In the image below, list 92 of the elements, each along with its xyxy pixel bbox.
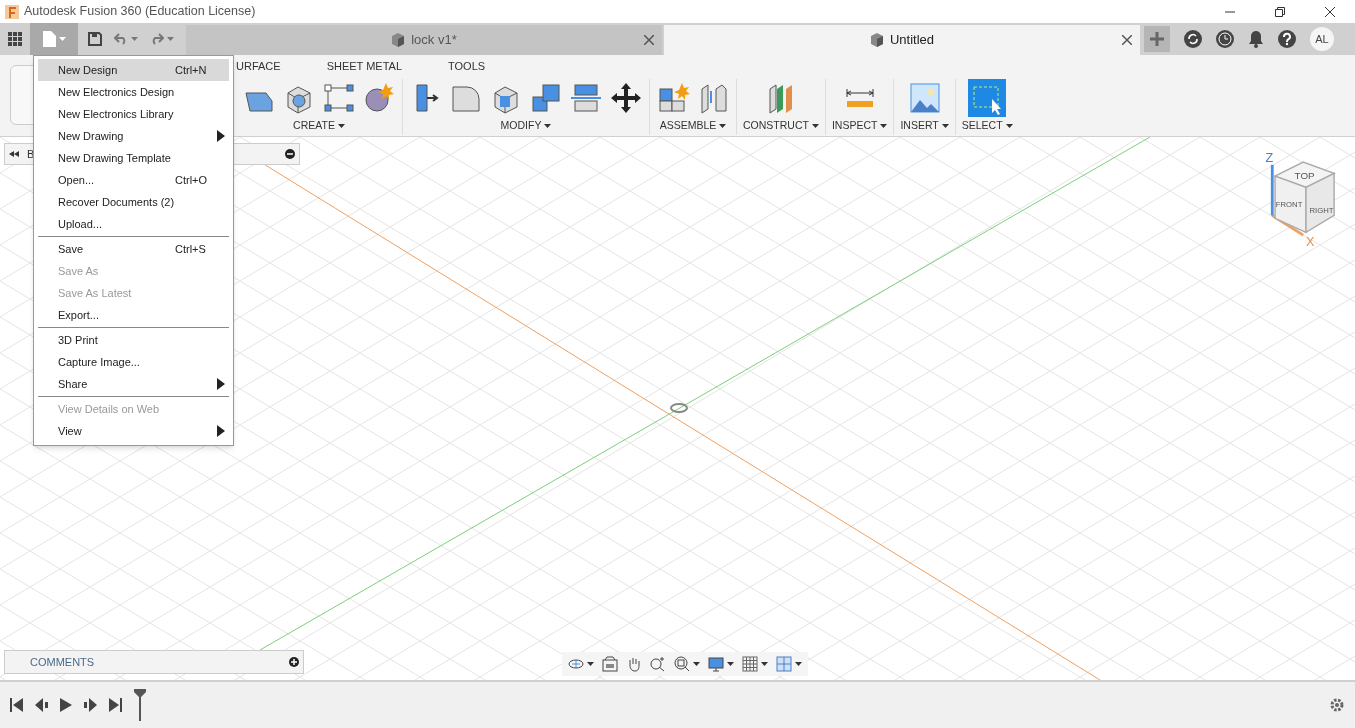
menu-item[interactable]: Share <box>38 373 229 395</box>
group-menu-button[interactable]: SELECT <box>961 117 1013 135</box>
group-menu-button[interactable]: ASSEMBLE <box>659 117 727 135</box>
minus-icon[interactable] <box>285 149 295 159</box>
caret-icon <box>880 124 888 128</box>
cube-icon <box>391 33 406 47</box>
pan-hand-icon[interactable] <box>626 656 642 672</box>
menu-item[interactable]: New Drawing <box>38 125 229 147</box>
redo-icon[interactable] <box>150 33 164 45</box>
caret-icon <box>693 662 700 666</box>
menu-item[interactable]: Save Ctrl+S <box>38 238 229 260</box>
caret-icon <box>727 662 734 666</box>
group-menu-button[interactable]: INSPECT <box>831 117 888 135</box>
orbit-icon[interactable] <box>568 656 584 672</box>
plus-icon <box>1150 32 1164 46</box>
restore-icon[interactable] <box>1275 6 1285 17</box>
split-body-icon[interactable] <box>569 81 603 115</box>
image-icon[interactable] <box>907 81 942 115</box>
caret-icon <box>761 662 768 666</box>
menu-item[interactable]: Recover Documents (2) <box>38 191 229 213</box>
menu-item[interactable]: Export... <box>38 304 229 326</box>
menu-item[interactable]: 3D Print <box>38 329 229 351</box>
profile-avatar[interactable]: AL <box>1310 27 1334 51</box>
group-menu-button[interactable]: CREATE <box>293 117 345 135</box>
play-icon[interactable] <box>60 698 72 712</box>
save-icon[interactable] <box>88 32 102 46</box>
document-icon <box>42 31 56 47</box>
step-back-icon[interactable] <box>35 698 48 712</box>
caret-icon <box>795 662 802 666</box>
help-icon[interactable] <box>1278 30 1296 48</box>
menu-item[interactable]: View <box>38 420 229 442</box>
caret-icon[interactable] <box>167 37 174 41</box>
workspace-tab[interactable]: TOOLS <box>448 57 486 75</box>
workspace-tab[interactable]: SHEET METAL <box>326 57 402 75</box>
group-menu-button[interactable]: INSERT <box>900 117 949 135</box>
view-cube-drawing[interactable]: TOP FRONT RIGHT Z X <box>1261 145 1351 255</box>
caret-icon[interactable] <box>131 37 138 41</box>
app-logo-icon <box>5 4 19 19</box>
caret-icon <box>811 124 819 128</box>
pattern-icon[interactable] <box>322 81 356 115</box>
shortcut-label: Ctrl+S <box>175 241 207 257</box>
zoom-window-icon[interactable] <box>674 656 690 672</box>
menu-item[interactable]: Capture Image... <box>38 351 229 373</box>
close-icon[interactable] <box>1325 6 1335 17</box>
close-tab-icon[interactable] <box>644 35 654 45</box>
group-menu-button[interactable]: MODIFY <box>500 117 552 135</box>
menu-item[interactable]: New Electronics Library <box>38 103 229 125</box>
settings-icon[interactable] <box>1329 697 1345 713</box>
menu-item[interactable]: New Design Ctrl+N <box>38 59 229 81</box>
workspace-tab[interactable]: URFACE <box>236 57 281 75</box>
browser-panel-title: B <box>27 146 35 162</box>
close-tab-icon[interactable] <box>1122 35 1132 45</box>
new-tab-button[interactable] <box>1144 26 1170 52</box>
undo-icon[interactable] <box>114 33 128 45</box>
sync-icon[interactable] <box>1184 30 1202 48</box>
zoom-icon[interactable] <box>650 656 666 672</box>
new-component-icon[interactable] <box>656 81 690 115</box>
select-icon[interactable] <box>968 79 1007 117</box>
menu-item[interactable]: Upload... <box>38 213 229 235</box>
caret-icon <box>719 124 727 128</box>
add-icon[interactable] <box>289 657 299 667</box>
menu-item[interactable]: New Electronics Design <box>38 81 229 103</box>
skip-to-end-icon[interactable] <box>109 698 122 712</box>
monitor-icon[interactable] <box>708 656 724 672</box>
caret-icon <box>337 124 345 128</box>
caret-icon <box>941 124 949 128</box>
step-forward-icon[interactable] <box>84 698 97 712</box>
shortcut-label: Ctrl+N <box>175 62 208 78</box>
move-icon[interactable] <box>609 81 643 115</box>
caret-icon <box>1005 124 1013 128</box>
menu-item[interactable]: Open... Ctrl+O <box>38 169 229 191</box>
form-icon[interactable] <box>362 81 396 115</box>
group-menu-button[interactable]: CONSTRUCT <box>743 117 819 135</box>
combine-icon[interactable] <box>529 81 563 115</box>
look-at-icon[interactable] <box>602 656 618 672</box>
window-title: Autodesk Fusion 360 (Education License) <box>24 3 256 21</box>
document-tab[interactable]: Untitled <box>664 25 1140 55</box>
collapse-icon[interactable] <box>9 151 19 157</box>
cube-icon <box>869 33 884 47</box>
clock-icon[interactable] <box>1216 30 1234 48</box>
caret-icon <box>587 662 594 666</box>
document-tab[interactable]: lock v1* <box>186 25 662 55</box>
bell-icon[interactable] <box>1248 30 1264 48</box>
menu-item[interactable]: New Drawing Template <box>38 147 229 169</box>
caret-icon <box>544 124 552 128</box>
shortcut-label: Ctrl+O <box>175 172 209 188</box>
apps-grid-icon[interactable] <box>8 32 22 46</box>
grid-icon[interactable] <box>742 656 758 672</box>
skip-to-start-icon[interactable] <box>10 698 23 712</box>
timeline-marker-icon[interactable] <box>134 689 146 721</box>
caret-icon <box>58 37 66 41</box>
comments-title: COMMENTS <box>30 654 95 670</box>
